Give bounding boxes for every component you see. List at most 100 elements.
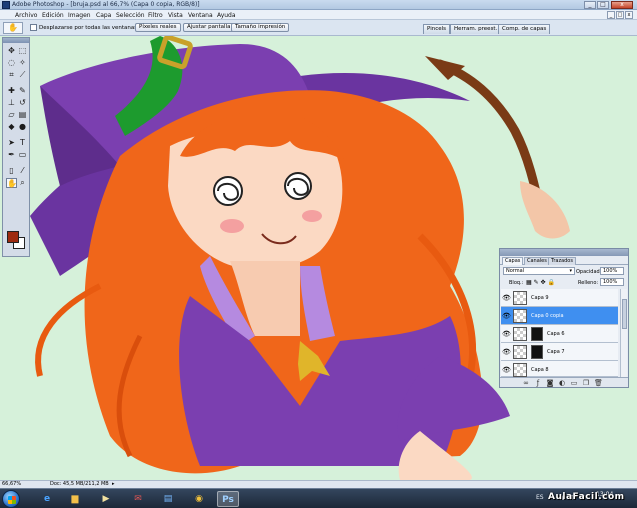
document-size: Doc: 45,5 MB/211,2 MB [50, 481, 109, 487]
fill-value: 100% [603, 279, 618, 285]
layer-style-icon[interactable]: ƒ [534, 379, 542, 387]
layers-panel-header[interactable] [500, 249, 628, 256]
toolbox-grip[interactable] [3, 38, 29, 43]
notes-tool-icon[interactable]: ▯ [6, 166, 17, 176]
close-button[interactable]: x [611, 1, 633, 9]
opacity-value: 100% [603, 268, 618, 274]
doc-restore-button[interactable]: □ [616, 11, 624, 19]
chrome-icon[interactable]: ◉ [188, 491, 210, 507]
eye-icon[interactable]: 👁 [502, 329, 511, 339]
layer-thumbnail [513, 363, 527, 377]
menu-filtro[interactable]: Filtro [148, 12, 163, 19]
print-size-button[interactable]: Tamaño impresión [231, 23, 290, 32]
panel-tab-brushes[interactable]: Pincels [423, 24, 451, 34]
hand-tool-icon[interactable]: ✋ [6, 178, 17, 188]
layer-row-capa-9[interactable]: 👁 Capa 9 [501, 289, 618, 307]
zoom-tool-icon[interactable]: ⌕ [17, 178, 28, 188]
layer-mask-thumbnail[interactable] [531, 345, 543, 359]
dodge-tool-icon[interactable]: ● [17, 122, 28, 132]
pen-tool-icon[interactable]: ✒ [6, 150, 17, 160]
tab-capas[interactable]: Capas [502, 257, 524, 265]
layer-row-capa-7[interactable]: 👁 Capa 7 [501, 343, 618, 361]
menu-seleccion[interactable]: Selección [116, 12, 145, 19]
eye-icon[interactable]: 👁 [502, 311, 511, 321]
slice-tool-icon[interactable]: ⟋ [17, 70, 28, 80]
tab-trazados[interactable]: Trazados [548, 257, 576, 265]
language-indicator[interactable]: ES [536, 494, 544, 501]
layer-row-capa-8[interactable]: 👁 Capa 8 [501, 361, 618, 377]
magic-wand-tool-icon[interactable]: ✧ [17, 58, 28, 68]
history-brush-tool-icon[interactable]: ↺ [17, 98, 28, 108]
internet-explorer-icon[interactable]: e [36, 491, 58, 507]
lasso-tool-icon[interactable]: ◌ [6, 58, 17, 68]
fill-label: Relleno: [578, 280, 599, 286]
tool-preset-picker[interactable]: ✋ [3, 22, 23, 34]
link-layers-icon[interactable]: ∞ [522, 379, 530, 387]
media-player-icon[interactable]: ▶ [95, 491, 117, 507]
menu-ventana[interactable]: Ventana [188, 12, 213, 19]
tab-canales[interactable]: Canales [524, 257, 550, 265]
minimize-button[interactable]: _ [584, 1, 596, 9]
scroll-all-windows-checkbox[interactable] [30, 24, 37, 31]
file-explorer-icon[interactable]: ▆ [64, 491, 86, 507]
foreground-color-swatch[interactable] [7, 231, 19, 243]
mail-icon[interactable]: ✉ [127, 491, 149, 507]
brush-tool-icon[interactable]: ✎ [17, 86, 28, 96]
fill-input[interactable]: 100% [600, 278, 624, 286]
eye-icon[interactable]: 👁 [502, 347, 511, 357]
blur-tool-icon[interactable]: ◆ [6, 122, 17, 132]
maximize-button[interactable]: □ [597, 1, 609, 9]
layers-panel: Capas Canales Trazados Normal ▾ Opacidad… [499, 248, 629, 388]
doc-close-button[interactable]: x [625, 11, 633, 19]
status-menu-arrow-icon[interactable]: ▸ [112, 481, 115, 488]
title-bar: Adobe Photoshop - [bruja.psd al 66,7% (C… [0, 0, 637, 10]
crop-tool-icon[interactable]: ⌗ [6, 70, 17, 80]
move-tool-icon[interactable]: ✥ [6, 46, 17, 56]
layer-name: Capa 0 copia [531, 313, 564, 319]
menu-ayuda[interactable]: Ayuda [217, 12, 236, 19]
shape-tool-icon[interactable]: ▭ [17, 150, 28, 160]
menu-edicion[interactable]: Edición [42, 12, 64, 19]
lock-icons[interactable]: ▦ ✎ ✥ 🔒 [526, 279, 555, 286]
layer-row-capa-0-copia[interactable]: 👁 Capa 0 copia [501, 307, 618, 325]
layer-mask-thumbnail[interactable] [531, 327, 543, 341]
scrollbar-thumb[interactable] [622, 299, 627, 329]
zoom-level[interactable]: 66,67% [2, 481, 21, 488]
taskbar: e ▆ ▶ ✉ ▤ ◉ Ps ES ▲ ▮ ◀ 13:04 [0, 488, 637, 508]
notepad-icon[interactable]: ▤ [157, 491, 179, 507]
doc-minimize-button[interactable]: _ [607, 11, 615, 19]
panel-tab-tool-presets[interactable]: Herram. preest. [450, 24, 502, 34]
actual-pixels-button[interactable]: Píxeles reales [135, 23, 181, 32]
menu-vista[interactable]: Vista [168, 12, 183, 19]
adjustment-layer-icon[interactable]: ◐ [558, 379, 566, 387]
blend-mode-select[interactable]: Normal ▾ [503, 267, 575, 275]
healing-brush-tool-icon[interactable]: ✚ [6, 86, 17, 96]
layers-panel-tabs: Capas Canales Trazados [500, 256, 628, 265]
layer-thumbnail [513, 345, 527, 359]
path-selection-tool-icon[interactable]: ➤ [6, 138, 17, 148]
type-tool-icon[interactable]: T [17, 138, 28, 148]
eye-icon[interactable]: 👁 [502, 365, 511, 375]
fit-screen-button[interactable]: Ajustar pantalla [183, 23, 235, 32]
eyedropper-tool-icon[interactable]: ⁄ [17, 166, 28, 176]
photoshop-taskbar-icon[interactable]: Ps [217, 491, 239, 507]
opacity-label: Opacidad: [576, 269, 602, 275]
new-layer-icon[interactable]: ❐ [582, 379, 590, 387]
eye-icon[interactable]: 👁 [502, 293, 511, 303]
scroll-all-windows-label: Desplazarse por todas las ventanas [39, 25, 138, 31]
eraser-tool-icon[interactable]: ▱ [6, 110, 17, 120]
panel-tab-layer-comps[interactable]: Comp. de capas [498, 24, 551, 34]
clone-stamp-tool-icon[interactable]: ⊥ [6, 98, 17, 108]
menu-imagen[interactable]: Imagen [68, 12, 91, 19]
gradient-tool-icon[interactable]: ▤ [17, 110, 28, 120]
menu-capa[interactable]: Capa [96, 12, 111, 19]
opacity-input[interactable]: 100% [600, 267, 624, 275]
start-button[interactable] [2, 490, 20, 508]
menu-archivo[interactable]: Archivo [15, 12, 37, 19]
layer-row-capa-6[interactable]: 👁 Capa 6 [501, 325, 618, 343]
add-mask-icon[interactable]: ◙ [546, 379, 554, 387]
trash-icon[interactable]: 🗑 [594, 379, 603, 387]
new-group-icon[interactable]: ▭ [570, 379, 578, 387]
marquee-tool-icon[interactable]: ⬚ [17, 46, 28, 56]
layers-scrollbar[interactable] [620, 289, 627, 377]
